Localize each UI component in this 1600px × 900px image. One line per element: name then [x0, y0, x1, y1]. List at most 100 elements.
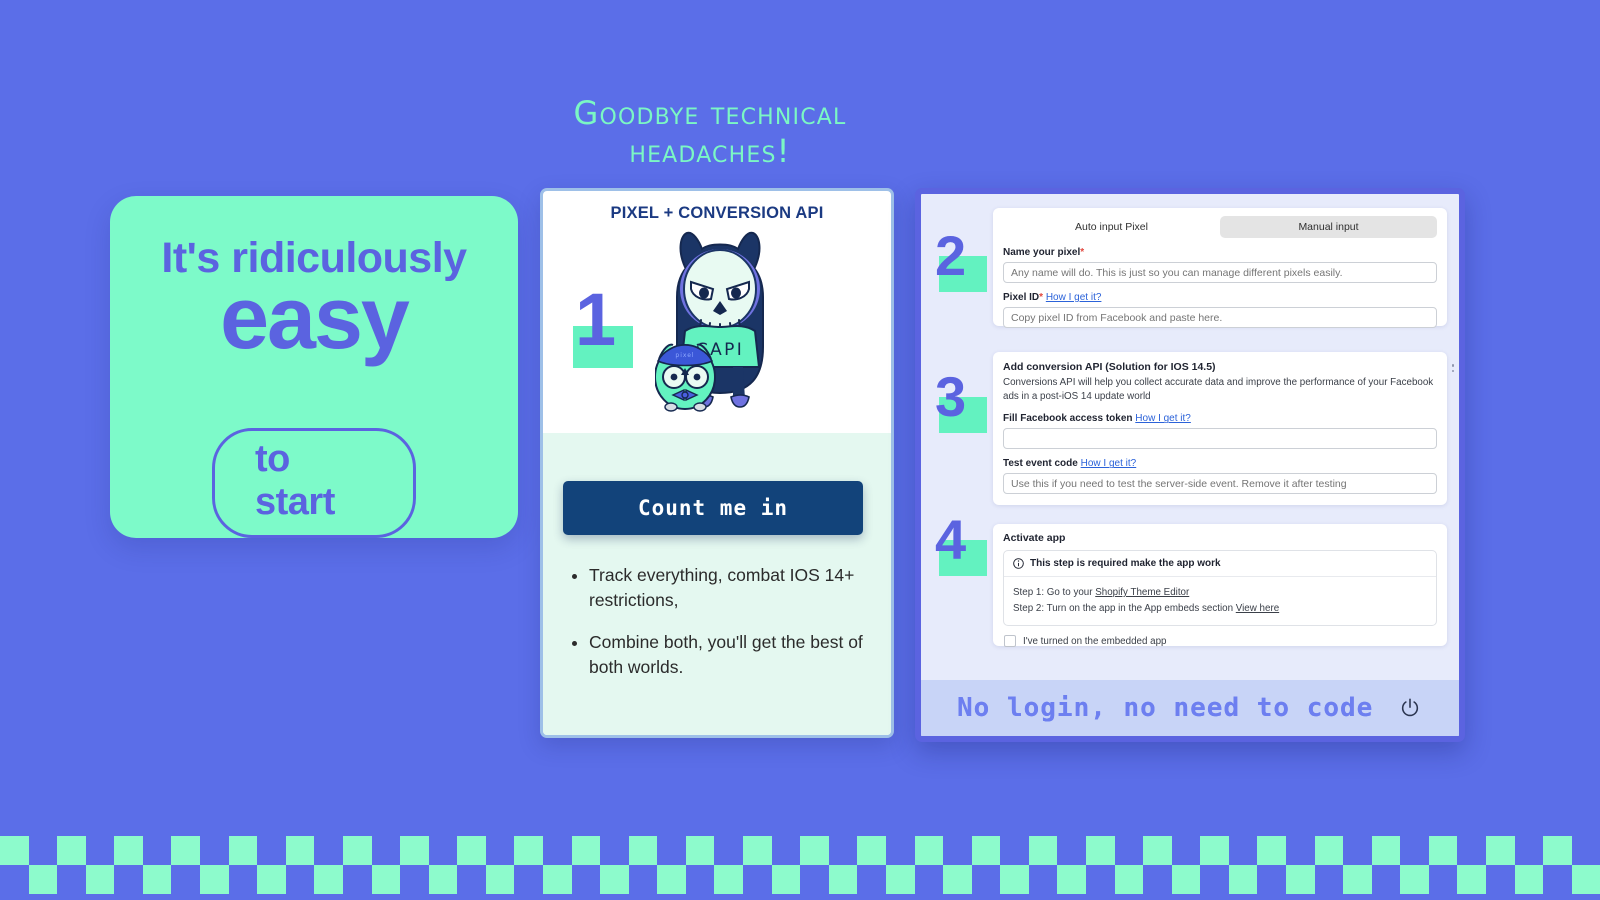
pixel-name-input[interactable] [1003, 262, 1437, 283]
tab-manual-input[interactable]: Manual input [1220, 216, 1437, 238]
checker-cell [714, 865, 744, 894]
checker-cell [57, 836, 86, 865]
checker-cell [314, 865, 343, 894]
checker-cell [171, 836, 201, 865]
dot [1451, 369, 1454, 372]
checker-cell [171, 865, 201, 894]
checker-cell [514, 836, 543, 865]
card-title: PIXEL + CONVERSION API [610, 204, 824, 222]
checker-cell [971, 865, 1001, 894]
input-mode-tabs: Auto input Pixel Manual input [1003, 216, 1437, 238]
count-me-in-button[interactable]: Count me in [563, 481, 863, 535]
checker-cell [1514, 865, 1544, 894]
checker-cell [771, 836, 801, 865]
checker-cell [771, 865, 801, 894]
conversion-api-title: Add conversion API (Solution for IOS 14.… [1003, 361, 1216, 373]
checker-cell [1371, 865, 1401, 894]
list-item: Track everything, combat IOS 14+ restric… [589, 563, 877, 614]
note-title: This step is required make the app work [1030, 558, 1221, 569]
checker-cell [1457, 865, 1487, 894]
checker-cell [657, 836, 686, 865]
step-4-panel: Activate app This step is required make … [993, 524, 1447, 648]
access-token-help-link[interactable]: How I get it? [1135, 413, 1191, 424]
checker-cell [743, 836, 772, 865]
checker-cell [1571, 836, 1600, 865]
checker-cell [542, 865, 572, 894]
step-1-number: 1 [575, 278, 616, 361]
checker-cell [1114, 836, 1144, 865]
checkerboard-strip [0, 836, 1600, 900]
step-2-panel: Auto input Pixel Manual input Name your … [993, 208, 1447, 328]
scroll-dots-marker[interactable] [1451, 364, 1454, 372]
step-4-number: 4 [935, 512, 993, 576]
checker-cell [628, 865, 658, 894]
name-label-text: Name your pixel [1003, 247, 1081, 258]
embedded-app-checkbox-row[interactable]: I've turned on the embedded app [1004, 635, 1447, 648]
checker-cell [828, 865, 858, 894]
checker-cell [800, 836, 829, 865]
checker-cell [914, 836, 944, 865]
checker-cell [857, 836, 886, 865]
access-token-input[interactable] [1003, 428, 1437, 450]
page-headline: Goodbye technical headaches! [400, 94, 1020, 171]
svg-text:pixel: pixel [675, 352, 694, 359]
checker-cell [1428, 865, 1458, 894]
checker-cell [1228, 836, 1258, 865]
checker-cell [57, 865, 86, 894]
illustration-area: 1 CAPI pixel [543, 225, 891, 433]
pixel-id-input[interactable] [1003, 307, 1437, 328]
pixel-id-label: Pixel ID* How I get it? [1003, 292, 1447, 303]
access-token-label: Fill Facebook access token How I get it? [1003, 413, 1447, 424]
power-icon[interactable] [1399, 697, 1421, 719]
checker-cell [428, 836, 458, 865]
benefit-list: Track everything, combat IOS 14+ restric… [561, 563, 877, 697]
app-screenshot-window: 2 Auto input Pixel Manual input Name you… [915, 188, 1465, 742]
checker-cell [400, 865, 429, 894]
embedded-app-checkbox[interactable] [1004, 635, 1016, 648]
step-3-panel: Add conversion API (Solution for IOS 14.… [993, 352, 1447, 505]
shopify-theme-editor-link[interactable]: Shopify Theme Editor [1095, 587, 1189, 598]
checker-cell [600, 865, 629, 894]
checker-cell [142, 865, 172, 894]
checker-cell [1286, 865, 1315, 894]
test-event-help-link[interactable]: How I get it? [1081, 458, 1137, 469]
checker-cell [114, 865, 143, 894]
checker-cell [885, 865, 915, 894]
checker-cell [314, 836, 343, 865]
checker-cell [1057, 865, 1086, 894]
checker-cell [657, 865, 686, 894]
checker-cell [485, 836, 515, 865]
tagline-card: It's ridiculously easy to start [110, 196, 518, 538]
pixel-id-help-link[interactable]: How I get it? [1046, 292, 1102, 303]
checker-cell [1114, 865, 1144, 894]
checker-cell [1486, 865, 1515, 894]
checker-cell [85, 865, 115, 894]
note-header: This step is required make the app work [1004, 551, 1436, 577]
owl-mascot-illustration: CAPI pixel [655, 231, 764, 412]
note-body: Step 1: Go to your Shopify Theme Editor … [1004, 577, 1436, 625]
step-2-number: 2 [935, 228, 993, 292]
checker-cell [0, 836, 29, 865]
tab-auto-input-pixel[interactable]: Auto input Pixel [1003, 216, 1220, 238]
checker-cell [1343, 865, 1372, 894]
checker-cell [1343, 836, 1372, 865]
note-step-1: Step 1: Go to your Shopify Theme Editor [1013, 585, 1427, 601]
checker-cell [1400, 865, 1429, 894]
checker-cell [1200, 836, 1229, 865]
checker-cell [85, 836, 115, 865]
test-event-code-input[interactable] [1003, 473, 1437, 495]
list-item: Combine both, you'll get the best of bot… [589, 630, 877, 681]
checker-cell [1143, 836, 1172, 865]
checker-cell [1400, 836, 1429, 865]
checker-cell [400, 836, 429, 865]
tagline-line-2: easy [220, 268, 410, 367]
pixel-capi-card: PIXEL + CONVERSION API 1 CAPI pixel Coun… [540, 188, 894, 738]
access-token-label-text: Fill Facebook access token [1003, 413, 1133, 425]
required-mark: * [1080, 247, 1085, 258]
checker-cell [857, 865, 886, 894]
poster-canvas: Goodbye technical headaches! It's ridicu… [0, 0, 1600, 900]
view-here-link[interactable]: View here [1236, 603, 1279, 614]
checker-cell [1143, 865, 1172, 894]
note-step-1-text: Step 1: Go to your [1013, 587, 1096, 598]
checker-cell [743, 865, 772, 894]
